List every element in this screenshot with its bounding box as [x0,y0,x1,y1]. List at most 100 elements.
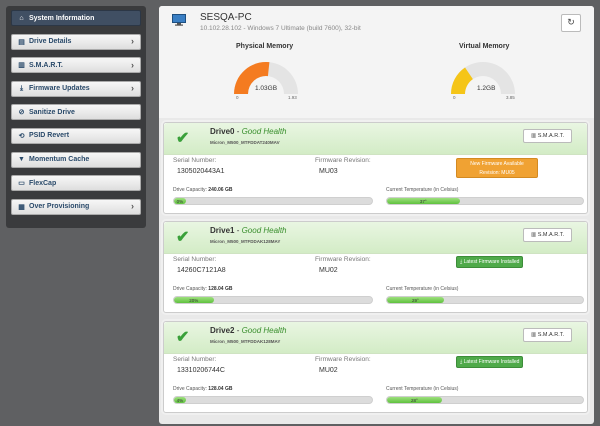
drive-card: ✔ Drive2 - Good Health Micron_M500_MTFDD… [163,321,588,413]
drive-name: Drive2 [210,326,235,335]
drive-card: ✔ Drive1 - Good Health Micron_M500_MTFDD… [163,221,588,313]
sidebar-item-label: System Information [29,14,95,22]
document-icon: ▭ [18,180,25,188]
refresh-icon: ⟲ [18,132,25,140]
sidebar-item-over-provisioning[interactable]: ▦ Over Provisioning › [11,198,141,215]
firmware-status-button[interactable]: ⤓ Latest Firmware Installed [456,356,524,368]
sidebar-item-label: S.M.A.R.T. [29,61,63,69]
block-icon: ⊘ [18,109,25,117]
capacity-bar-fill: 0% [174,198,186,204]
drive-name: Drive1 [210,226,235,235]
physical-memory-min: 0 [236,95,239,100]
main-panel: SESQA-PC 10.102.28.102 - Windows 7 Ultim… [159,6,594,424]
sidebar-item-label: PSID Revert [29,132,70,140]
capacity-percent: 0% [176,199,184,204]
drive-capacity-label: Drive Capacity: 240.06 GB [173,187,232,193]
sidebar-item-drive-details[interactable]: ▤ Drive Details › [11,33,141,50]
sidebar-item-label: FlexCap [29,179,57,187]
physical-memory-max: 1.93 [288,95,297,100]
drive-capacity-caption: Drive Capacity: [173,286,207,292]
bar-chart-icon: ▥ [530,332,537,338]
drive-title: Drive0 - Good Health [210,127,287,136]
serial-number-value: 13310206744C [177,367,225,374]
temperature-label: Current Temperature (in Celsius) [386,187,459,193]
sidebar-item-firmware-updates[interactable]: ⤓ Firmware Updates › [11,80,141,97]
temperature-value: 29° [412,298,419,303]
drive-health-status: Good Health [241,127,287,136]
sidebar-item-s-m-a-r-t[interactable]: ▥ S.M.A.R.T. › [11,57,141,74]
sidebar-item-sanitize-drive[interactable]: ⊘ Sanitize Drive [11,104,141,121]
drive-health-status: Good Health [241,326,287,335]
capacity-bar-fill: 20% [174,297,214,303]
drive-capacity-label: Drive Capacity: 128.04 GB [173,386,232,392]
temperature-value: 37° [419,199,427,204]
capacity-percent: 4% [176,398,184,403]
drive-health-status: Good Health [241,226,287,235]
physical-memory-value: 1.03GB [255,85,278,92]
drive-model: Micron_M500_MTFDDAT240MAV [210,140,280,145]
bar-chart-icon: ▥ [530,232,537,238]
capacity-bar: 0% [173,197,373,205]
drive-name: Drive0 [210,127,235,136]
capacity-bar-fill: 4% [174,397,186,403]
list-icon: ▤ [18,38,25,46]
drive-capacity-caption: Drive Capacity: [173,386,207,392]
drive-capacity-value: 240.06 GB [208,187,233,193]
sidebar-item-flexcap[interactable]: ▭ FlexCap [11,175,141,192]
check-icon: ✔ [176,229,190,246]
drive-capacity-value: 128.04 GB [208,286,233,292]
bar-chart-icon: ▥ [530,133,537,139]
drive-header: ✔ Drive2 - Good Health Micron_M500_MTFDD… [164,322,587,354]
temperature-label: Current Temperature (in Celsius) [386,386,459,392]
virtual-memory-value: 1.2GB [477,85,496,92]
virtual-memory-title: Virtual Memory [459,43,510,50]
temperature-value: 28° [411,398,418,403]
temperature-bar-fill: 28° [387,397,442,403]
temperature-bar: 29° [386,296,584,304]
firmware-revision-label: Firmware Revision: [315,256,371,263]
temperature-label: Current Temperature (in Celsius) [386,286,459,292]
capacity-percent: 20% [189,298,199,303]
physical-memory-title: Physical Memory [236,43,294,50]
drive-title: Drive1 - Good Health [210,226,287,235]
firmware-revision-label: Firmware Revision: [315,356,371,363]
virtual-memory-max: 3.85 [506,95,515,100]
serial-number-label: Serial Number: [173,256,217,263]
drive-capacity-label: Drive Capacity: 128.04 GB [173,286,232,292]
drive-header: ✔ Drive1 - Good Health Micron_M500_MTFDD… [164,222,587,254]
refresh-icon: ↻ [567,17,575,27]
drive-header: ✔ Drive0 - Good Health Micron_M500_MTFDD… [164,123,587,155]
pc-details: 10.102.28.102 - Windows 7 Ultimate (buil… [200,25,361,32]
firmware-status-button[interactable]: ⤓ Latest Firmware Installed [456,256,524,268]
sidebar-item-momentum-cache[interactable]: ▼ Momentum Cache [11,151,141,168]
chevron-right-icon: › [131,59,134,70]
smart-button[interactable]: ▥ S.M.A.R.T. [523,228,572,242]
smart-button[interactable]: ▥ S.M.A.R.T. [523,328,572,342]
refresh-button[interactable]: ↻ [561,14,581,32]
chevron-right-icon: › [131,83,134,94]
sidebar-item-label: Sanitize Drive [29,108,75,116]
chart-icon: ▥ [18,62,25,70]
firmware-revision-label: Firmware Revision: [315,157,371,164]
download-icon: ⤓ [19,84,24,92]
sidebar-nav: ⌂ System Information ▤ Drive Details › ▥ S.M.A… [6,6,146,228]
firmware-status-button[interactable]: New Firmware Available Revision: MU05 [456,158,538,178]
smart-button-label: S.M.A.R.T. [537,232,564,238]
drive-capacity-value: 128.04 GB [208,386,233,392]
sidebar-item-system-information[interactable]: ⌂ System Information [11,10,141,26]
virtual-memory-min: 0 [453,95,456,100]
firmware-revision-value: MU02 [319,267,338,274]
drive-card: ✔ Drive0 - Good Health Micron_M500_MTFDD… [163,122,588,214]
sidebar-item-label: Momentum Cache [29,156,90,164]
smart-button-label: S.M.A.R.T. [537,332,564,338]
temperature-bar: 28° [386,396,584,404]
chevron-right-icon: › [131,201,134,212]
firmware-revision-value: MU02 [319,367,338,374]
drive-model: Micron_M500_MTFDDAK128MAY [210,339,281,344]
filter-icon: ▼ [18,156,25,164]
temperature-bar-fill: 29° [387,297,444,303]
drive-capacity-caption: Drive Capacity: [173,187,207,193]
sidebar-item-psid-revert[interactable]: ⟲ PSID Revert [11,127,141,144]
smart-button[interactable]: ▥ S.M.A.R.T. [523,129,572,143]
serial-number-label: Serial Number: [173,356,217,363]
